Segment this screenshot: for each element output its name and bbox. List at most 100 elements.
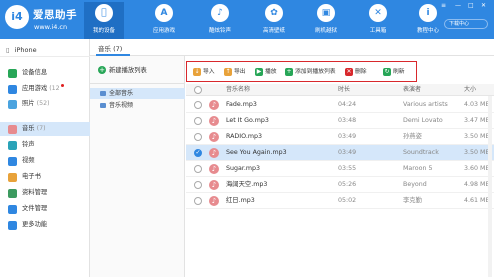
table-row[interactable]: ♪ Let It Go.mp3 03:48 Demi Lovato 3.47 MB xyxy=(186,113,494,129)
nav-item-4[interactable]: ✿ 高清壁纸 xyxy=(254,2,294,39)
toolbox-icon: ✕ xyxy=(369,4,387,22)
notification-dot xyxy=(60,84,64,87)
table-scrollbar[interactable] xyxy=(488,96,492,277)
sidebar-item-9[interactable]: 文件管理 xyxy=(0,202,90,216)
app-store-icon: A xyxy=(155,4,173,22)
playlist-label: 全部音乐 xyxy=(109,90,134,97)
music-note-icon: ♪ xyxy=(209,180,219,190)
toolbar-button-label: 刷新 xyxy=(393,69,405,75)
info-icon xyxy=(8,69,17,78)
sidebar-item-2[interactable]: 应用游戏 (12 xyxy=(0,82,90,96)
cell-artist: Beyond xyxy=(403,181,427,188)
top-bar: i4 爱思助手 www.i4.cn  我的设备 A 应用游戏 ♪ 酷炫铃声 ✿ 高清壁纸 ▣ 刷… xyxy=(0,0,494,39)
sidebar-item-5[interactable]: 铃声 xyxy=(0,138,90,152)
sidebar-item-label: 应用游戏 xyxy=(22,85,48,92)
nav-label: 工具箱 xyxy=(369,28,387,34)
row-checkbox[interactable] xyxy=(194,181,202,189)
sidebar-item-count: (12 xyxy=(49,85,60,92)
nav-item-6[interactable]: ✕ 工具箱 xyxy=(358,2,398,39)
maximize-icon[interactable]: □ xyxy=(468,2,474,9)
toolbar-button-1[interactable]: ↓ 导入 xyxy=(193,67,215,77)
phone-icon: ▯ xyxy=(6,46,10,54)
nav-item-1[interactable]:  我的设备 xyxy=(84,2,124,39)
music-note-icon: ♪ xyxy=(209,116,219,126)
music-toolbar: ↓ 导入 ↑ 导出 ▶ 播放 + 添加到播放列表 ✕ 删除 ↻ 刷新 xyxy=(186,61,417,82)
nav-item-5[interactable]: ▣ 刷机越狱 xyxy=(306,2,346,39)
toolbar-button-label: 导出 xyxy=(234,69,246,75)
cell-size: 4.03 MB xyxy=(464,101,490,108)
sidebar-item-label: 铃声 xyxy=(22,141,35,148)
app-icon xyxy=(8,85,17,94)
row-checkbox[interactable] xyxy=(194,117,202,125)
export-icon: ↑ xyxy=(224,67,232,76)
sidebar-item-1[interactable]: 设备信息 xyxy=(0,66,90,80)
column-header-time[interactable]: 时长 xyxy=(338,84,350,96)
cell-artist: Maroon 5 xyxy=(403,165,433,172)
flower-icon: ✿ xyxy=(265,4,283,22)
sidebar-item-10[interactable]: 更多功能 xyxy=(0,218,90,232)
nav-label: 教程中心 xyxy=(416,28,439,34)
playlist-icon xyxy=(100,103,106,108)
column-header-name[interactable]: 音乐名称 xyxy=(226,84,250,96)
select-all-checkbox[interactable] xyxy=(194,86,202,94)
sidebar-item-3[interactable]: 照片 (52) xyxy=(0,97,90,111)
toolbar-button-label: 添加到播放列表 xyxy=(295,69,336,75)
nav-item-2[interactable]: A 应用游戏 xyxy=(144,2,184,39)
cell-size: 3.47 MB xyxy=(464,117,490,124)
menu-icon[interactable]: ≡ xyxy=(441,2,446,9)
cell-time: 05:26 xyxy=(338,181,357,188)
cell-size: 4.61 MB xyxy=(464,197,490,204)
playlist-item-all-music[interactable]: 全部音乐 xyxy=(90,88,185,99)
sidebar-item-count: (52) xyxy=(36,100,50,107)
tab-bar: 音乐 (7) xyxy=(90,39,494,56)
playlist-item-music-video[interactable]: 音乐视频 xyxy=(90,100,185,111)
row-checkbox[interactable] xyxy=(194,101,202,109)
book-icon xyxy=(8,173,17,182)
cell-size: 4.98 MB xyxy=(464,181,490,188)
cell-artist: Demi Lovato xyxy=(403,117,443,124)
row-checkbox[interactable] xyxy=(194,133,202,141)
toolbar-button-2[interactable]: ↑ 导出 xyxy=(224,67,246,77)
sidebar-item-7[interactable]: 电子书 xyxy=(0,170,90,184)
table-row[interactable]: ♪ Fade.mp3 04:24 Various artists 4.03 MB xyxy=(186,97,494,113)
row-checkbox[interactable] xyxy=(194,197,202,205)
table-row[interactable]: ♪ 海阔天空.mp3 05:26 Beyond 4.98 MB xyxy=(186,177,494,193)
table-row[interactable]: ♪ Sugar.mp3 03:55 Maroon 5 3.60 MB xyxy=(186,161,494,177)
play-icon: ▶ xyxy=(255,67,263,76)
toolbar-button-5[interactable]: ✕ 删除 xyxy=(345,67,367,77)
sidebar-item-label: 照片 xyxy=(22,100,35,107)
toolbar-button-4[interactable]: + 添加到播放列表 xyxy=(285,67,336,77)
cell-size: 3.60 MB xyxy=(464,165,490,172)
cell-artist: Soundtrack xyxy=(403,149,439,156)
sidebar-item-label: 电子书 xyxy=(22,173,41,180)
apple-icon:  xyxy=(95,4,113,22)
sidebar-item-label: 更多功能 xyxy=(22,221,48,228)
cell-artist: 李克勤 xyxy=(403,197,422,204)
sidebar-item-label: 资料管理 xyxy=(22,189,48,196)
tab-music[interactable]: 音乐 (7) xyxy=(98,43,122,53)
sidebar-item-label: 设备信息 xyxy=(22,69,48,76)
row-checkbox[interactable] xyxy=(194,165,202,173)
download-center-button[interactable]: 下载中心 xyxy=(444,19,488,29)
table-row[interactable]: ✓ ♪ See You Again.mp3 03:49 Soundtrack 3.50 M… xyxy=(186,145,494,161)
table-row[interactable]: ♪ RADIO.mp3 03:49 孙燕姿 3.50 MB xyxy=(186,129,494,145)
column-header-size[interactable]: 大小 xyxy=(464,84,476,96)
toolbar-button-6[interactable]: ↻ 刷新 xyxy=(383,67,405,77)
column-header-artist[interactable]: 表演者 xyxy=(403,84,421,96)
sidebar-item-6[interactable]: 视频 xyxy=(0,154,90,168)
minimize-icon[interactable]: — xyxy=(455,2,461,9)
sidebar-item-label: 视频 xyxy=(22,157,35,164)
table-row[interactable]: ♪ 红日.mp3 05:02 李克勤 4.61 MB xyxy=(186,193,494,209)
cell-time: 03:55 xyxy=(338,165,357,172)
nav-label: 应用游戏 xyxy=(152,28,175,34)
sidebar-item-4[interactable]: 音乐 (7) xyxy=(0,122,90,136)
row-checkbox[interactable]: ✓ xyxy=(194,149,202,157)
music-note-icon: ♪ xyxy=(209,100,219,110)
nav-item-3[interactable]: ♪ 酷炫铃声 xyxy=(200,2,240,39)
device-header[interactable]: ▯ iPhone xyxy=(0,43,90,57)
close-icon[interactable]: ✕ xyxy=(481,2,486,9)
cell-artist: 孙燕姿 xyxy=(403,133,422,140)
sidebar-item-8[interactable]: 资料管理 xyxy=(0,186,90,200)
toolbar-button-3[interactable]: ▶ 播放 xyxy=(255,67,277,77)
new-playlist-button[interactable]: + 新建播放列表 xyxy=(98,65,147,74)
